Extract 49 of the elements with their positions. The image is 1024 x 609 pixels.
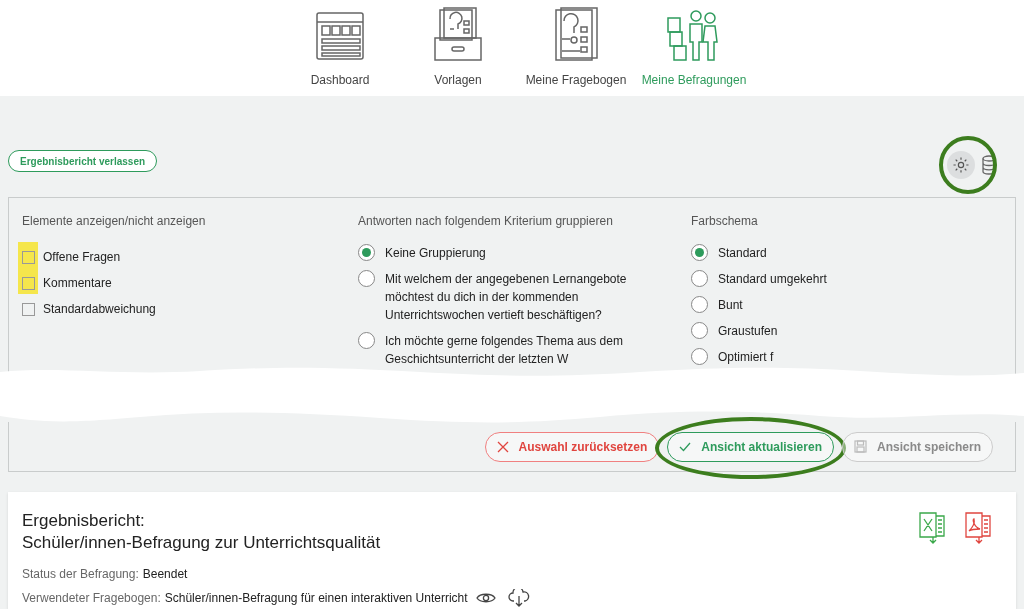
radio-label: Graustufen xyxy=(718,323,778,340)
report-heading: Ergebnisbericht: xyxy=(22,510,145,532)
radio-label: Keine Gruppierung xyxy=(385,245,486,262)
leave-report-button[interactable]: Ergebnisbericht verlassen xyxy=(8,150,158,172)
action-button[interactable]: Ansicht aktualisieren xyxy=(667,431,834,462)
excel-export-icon[interactable] xyxy=(918,510,948,544)
radio-button[interactable] xyxy=(691,244,708,261)
checkbox[interactable] xyxy=(22,250,35,264)
checkbox-label: Kommentare xyxy=(43,275,112,292)
radio-label: Mit welchem der angegebenen Lernangebote möchtest du dich in der kommenden Unterrichtswochen vertieft beschäftigen? xyxy=(385,271,628,324)
nav-tab[interactable]: Meine Befragungen xyxy=(641,71,747,89)
questionnaire-icon xyxy=(553,7,599,62)
radio-label: Standard xyxy=(718,245,767,262)
radio-button[interactable] xyxy=(358,332,375,349)
radio-button[interactable] xyxy=(691,296,708,313)
check-icon xyxy=(679,441,692,452)
radio-button[interactable] xyxy=(691,270,708,287)
radio-label: Standard umgekehrt xyxy=(718,271,827,288)
close-icon xyxy=(496,440,509,453)
nav-tab[interactable]: Meine Fragebogen xyxy=(525,71,627,89)
radio-button[interactable] xyxy=(691,348,708,365)
radio-label: Bunt xyxy=(718,297,743,314)
report-title: Schüler/innen-Befragung zur Unterrichtsqualität xyxy=(22,532,381,554)
section-title: Elemente anzeigen/nicht anzeigen xyxy=(22,213,207,230)
checkbox-label: Standardabweichung xyxy=(43,301,156,318)
settings-button[interactable] xyxy=(947,151,975,179)
radio-button[interactable] xyxy=(358,244,375,261)
nav-tab[interactable]: Dashboard xyxy=(310,71,370,89)
nav-tab[interactable]: Vorlagen xyxy=(434,71,482,89)
radio-button[interactable] xyxy=(358,270,375,287)
pdf-export-icon[interactable] xyxy=(964,510,994,544)
status-label: Status der Befragung: xyxy=(22,566,139,583)
questionnaire-label: Verwendeter Fragebogen: xyxy=(22,590,161,607)
questionnaire-link[interactable]: Schüler/innen-Befragung für einen interaktiven Unterricht xyxy=(164,589,468,607)
settings-icon xyxy=(952,156,970,174)
status-value: Beendet xyxy=(142,566,188,583)
checkbox-label: Offene Fragen xyxy=(43,249,121,266)
section-title: Antworten nach folgendem Kriterium gruppieren xyxy=(358,213,614,230)
dashboard-icon xyxy=(314,10,366,62)
cloud-download-icon[interactable] xyxy=(507,589,530,607)
drawer-question-icon xyxy=(432,7,484,62)
save-icon xyxy=(853,440,867,453)
eye-icon[interactable] xyxy=(475,591,496,605)
radio-label: Ich möchte gerne folgendes Thema aus dem Geschichtsunterricht der letzten W xyxy=(385,333,624,368)
radio-button[interactable] xyxy=(691,322,708,339)
checkbox[interactable] xyxy=(22,302,35,316)
section-title: Farbschema xyxy=(691,213,759,230)
checkbox[interactable] xyxy=(22,276,35,290)
radio-label: Optimiert f xyxy=(718,349,774,366)
